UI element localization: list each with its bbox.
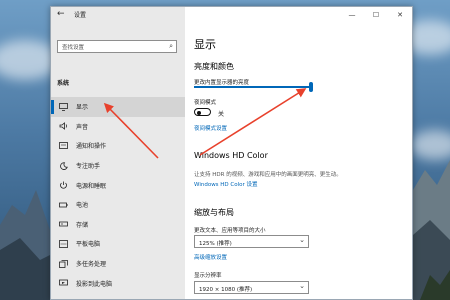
display-settings-pane: 显示 亮度和颜色 更改内置显示器的亮度 夜间模式 关 夜间模式设置 Window… [185,23,412,299]
battery-icon [59,201,68,209]
sidebar-item-label: 存储 [76,221,89,229]
night-light-state: 关 [218,111,225,118]
hdr-heading: Windows HD Color [194,151,268,160]
brightness-label: 更改内置显示器的亮度 [194,80,250,86]
monitor-icon [59,102,68,111]
speaker-icon [59,122,68,131]
hdr-description: 让支持 HDR 的视频、游戏和应用中的画面更明亮、更生动。 [194,172,342,178]
sidebar-item-label: 投影到此电脑 [76,280,113,288]
night-light-toggle[interactable] [194,108,211,116]
section-label: 系统 [57,80,70,87]
window-title: 设置 [74,12,87,19]
page-title: 显示 [194,38,216,51]
sidebar-item-label: 通知和操作 [76,143,107,151]
sidebar-item-project[interactable]: 投影到此电脑 [51,273,185,293]
sidebar-item-multitasking[interactable]: 多任务处理 [51,254,185,274]
sidebar-item-label: 声音 [76,123,89,131]
power-icon [59,181,68,189]
search-input[interactable]: 查找设置 ⌕ [57,40,177,53]
resolution-label: 显示分辨率 [194,273,222,279]
close-button[interactable]: ✕ [388,7,412,23]
sidebar-item-label: 电源和睡眠 [76,182,107,190]
sidebar-item-label: 多任务处理 [76,261,107,269]
sidebar-item-focus-assist[interactable]: 专注助手 [51,156,185,176]
scale-dropdown[interactable]: 125% (推荐) ⌄ [194,235,309,248]
brightness-heading: 亮度和颜色 [194,62,234,71]
projector-icon [59,279,68,287]
sidebar-item-display[interactable]: 显示 [51,97,185,117]
resolution-dropdown[interactable]: 1920 × 1080 (推荐) ⌄ [194,281,309,294]
maximize-button[interactable]: ☐ [364,7,388,23]
settings-window: ← 设置 — ☐ ✕ 查找设置 ⌕ 系统 显示 声音 通知和操作 专注助手 电源… [50,6,413,300]
moon-icon [59,161,68,170]
storage-icon [59,220,68,228]
tablet-icon [59,240,68,248]
sidebar-item-storage[interactable]: 存储 [51,215,185,235]
scale-heading: 缩放与布局 [194,208,234,217]
nav-list: 显示 声音 通知和操作 专注助手 电源和睡眠 电池 存储 平板电脑 多任务处理 … [51,97,185,293]
chevron-down-icon: ⌄ [299,282,305,290]
title-bar: ← 设置 — ☐ ✕ [51,7,412,23]
slider-track[interactable] [194,86,312,88]
sidebar: 查找设置 ⌕ 系统 显示 声音 通知和操作 专注助手 电源和睡眠 电池 存储 平… [51,23,185,299]
night-light-label: 夜间模式 [194,100,217,106]
sidebar-item-label: 电池 [76,202,89,210]
toggle-knob [197,110,201,115]
back-arrow-icon[interactable]: ← [57,9,65,19]
resolution-value: 1920 × 1080 (推荐) [199,286,253,293]
sidebar-item-battery[interactable]: 电池 [51,195,185,215]
scale-value: 125% (推荐) [199,240,232,247]
minimize-button[interactable]: — [340,7,364,23]
notification-icon [59,142,68,150]
sidebar-item-label: 显示 [76,104,89,112]
search-icon[interactable]: ⌕ [169,42,173,51]
sidebar-item-sound[interactable]: 声音 [51,117,185,137]
sidebar-item-label: 平板电脑 [76,241,101,249]
chevron-down-icon: ⌄ [299,236,305,244]
sidebar-item-notifications[interactable]: 通知和操作 [51,136,185,156]
sidebar-item-tablet[interactable]: 平板电脑 [51,234,185,254]
scale-label: 更改文本、应用等项目的大小 [194,228,266,234]
search-placeholder: 查找设置 [62,45,85,51]
multitask-icon [59,259,68,268]
sidebar-item-label: 专注助手 [76,163,101,171]
slider-thumb[interactable] [309,82,313,92]
sidebar-item-power-sleep[interactable]: 电源和睡眠 [51,175,185,195]
advanced-scaling-link[interactable]: 高级缩放设置 [194,253,227,261]
hdr-settings-link[interactable]: Windows HD Color 设置 [194,180,258,188]
night-light-settings-link[interactable]: 夜间模式设置 [194,124,227,132]
